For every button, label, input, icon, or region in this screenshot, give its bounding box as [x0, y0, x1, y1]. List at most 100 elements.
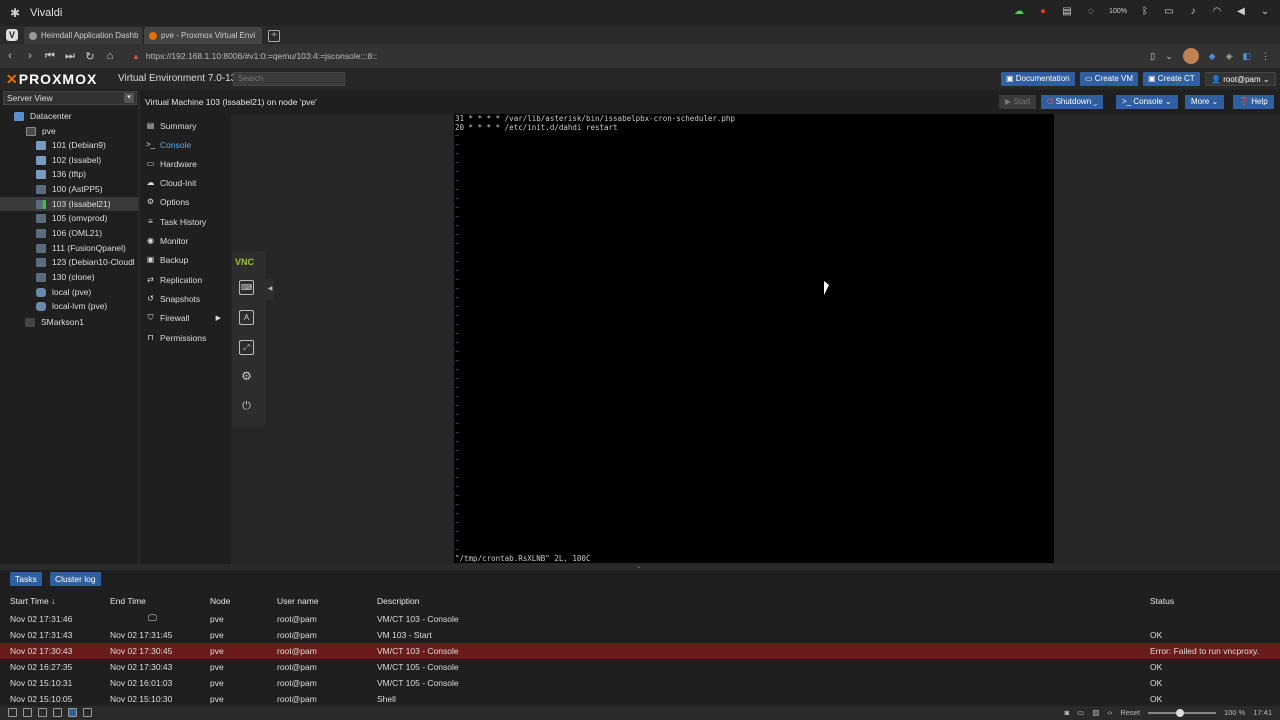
back-icon[interactable]: ‹: [0, 50, 20, 62]
nav-snapshots[interactable]: ↺ Snapshots: [140, 289, 231, 308]
camera-icon[interactable]: ◙: [1065, 708, 1070, 717]
tree-node-pve[interactable]: pve: [26, 124, 56, 138]
zoom-slider[interactable]: [1147, 708, 1216, 717]
nav-monitor[interactable]: ◉ Monitor: [140, 231, 231, 250]
new-tab-button[interactable]: +: [268, 30, 280, 42]
reload-icon[interactable]: ↻: [80, 50, 100, 63]
chevron-down-icon[interactable]: ⌄: [1258, 5, 1272, 19]
extension-icon[interactable]: ◧: [1242, 51, 1251, 62]
help-button[interactable]: ❓ Help: [1233, 95, 1274, 109]
extension-icon[interactable]: ◈: [1226, 51, 1233, 62]
column-header[interactable]: End Time: [110, 596, 146, 606]
tree-node-vm[interactable]: 102 (Issabel): [36, 153, 101, 167]
table-row[interactable]: Nov 02 16:27:35 Nov 02 17:30:43 pve root…: [0, 659, 1280, 675]
extra-keys-icon[interactable]: A: [239, 310, 254, 325]
start-button[interactable]: ▶ Start: [999, 95, 1037, 109]
tree-node-tag[interactable]: SMarkson1: [25, 315, 84, 329]
power-icon[interactable]: ⏻: [239, 400, 254, 415]
create-ct-button[interactable]: ▣ Create CT: [1143, 72, 1200, 86]
vnc-bar-handle[interactable]: ◀: [266, 278, 274, 300]
bluetooth-icon[interactable]: ᛒ: [1138, 5, 1152, 19]
nav-permissions[interactable]: ⊓ Permissions: [140, 328, 231, 347]
tree-node-vm[interactable]: 100 (AstPP5): [36, 182, 103, 196]
vivaldi-logo-icon[interactable]: V: [6, 29, 18, 41]
tree-node-vm[interactable]: 136 (tftp): [36, 167, 86, 181]
tree-node-vm[interactable]: 123 (Debian10-Cloudl: [36, 255, 135, 269]
zoom-slider-knob[interactable]: [1175, 708, 1184, 717]
column-header[interactable]: Status: [1150, 596, 1174, 606]
tab-heimdall[interactable]: Heimdall Application Dashb: [24, 27, 142, 44]
wifi-icon[interactable]: ◠: [1210, 5, 1224, 19]
profile-avatar[interactable]: [1182, 48, 1199, 64]
reset-zoom-button[interactable]: Reset: [1120, 708, 1140, 717]
nav-cloud-init[interactable]: ☁ Cloud-Init: [140, 173, 231, 192]
chevron-down-icon[interactable]: ▾: [124, 93, 134, 103]
collapse-icon[interactable]: ⌄: [636, 562, 642, 570]
nav-hardware[interactable]: ▭ Hardware: [140, 154, 231, 173]
fast-forward-icon[interactable]: ⏭: [60, 50, 80, 63]
tree-node-vm[interactable]: 105 (omvprod): [36, 211, 107, 225]
table-row-error[interactable]: Nov 02 17:30:43 Nov 02 17:30:45 pve root…: [0, 643, 1280, 659]
view-selector[interactable]: Server View ▾: [3, 91, 137, 105]
url-field[interactable]: ▲ https://192.168.1.10:8006/#v1:0:=qemu/…: [132, 48, 1092, 64]
panel-toggle-icon[interactable]: [8, 708, 17, 717]
bulb-icon[interactable]: ◌: [1084, 5, 1098, 19]
code-icon[interactable]: ‹›: [1107, 708, 1112, 717]
tree-node-vm[interactable]: 106 (OML21): [36, 226, 102, 240]
rewind-icon[interactable]: ⏮: [40, 50, 60, 63]
chevron-down-icon[interactable]: ⌄: [1165, 51, 1173, 62]
tab-cluster-log[interactable]: Cluster log: [50, 572, 101, 586]
display-icon[interactable]: ▭: [1162, 5, 1176, 19]
table-row[interactable]: Nov 02 15:10:31 Nov 02 16:01:03 pve root…: [0, 675, 1280, 691]
tab-proxmox[interactable]: pve - Proxmox Virtual Envi: [144, 27, 262, 44]
home-icon[interactable]: ⌂: [100, 50, 120, 62]
record-icon[interactable]: ●: [1036, 5, 1050, 19]
tile-icon[interactable]: ▭: [1077, 708, 1084, 717]
tree-node-datacenter[interactable]: Datacenter: [14, 109, 72, 123]
nav-console[interactable]: >_ Console: [140, 135, 231, 154]
tree-node-vm-selected[interactable]: 103 (Issabel21): [0, 197, 138, 211]
cloud-icon[interactable]: ☁: [1012, 5, 1026, 19]
volume-icon[interactable]: ◀: [1234, 5, 1248, 19]
nav-firewall[interactable]: ⛉ Firewall ▶: [140, 308, 231, 327]
bookmark-icon[interactable]: ▯: [1150, 51, 1155, 62]
insecure-lock-icon[interactable]: ▲: [132, 52, 140, 61]
tree-node-vm[interactable]: 111 (FusionQpanel): [36, 241, 126, 255]
nav-task-history[interactable]: ≡ Task History: [140, 212, 231, 231]
shutdown-button[interactable]: ⏻ Shutdown ⌄: [1041, 95, 1104, 109]
menu-icon[interactable]: ✱: [10, 6, 20, 20]
search-input[interactable]: Search: [233, 72, 345, 86]
user-menu-button[interactable]: 👤 root@pam ⌄: [1205, 72, 1276, 86]
tab-tasks[interactable]: Tasks: [10, 572, 42, 586]
nav-replication[interactable]: ⇄ Replication: [140, 270, 231, 289]
nav-options[interactable]: ⚙ Options: [140, 192, 231, 211]
window-icon[interactable]: [23, 708, 32, 717]
column-header[interactable]: User name: [277, 596, 319, 606]
keyboard-icon[interactable]: ⌨: [239, 280, 254, 295]
clipboard-icon[interactable]: ▤: [1060, 5, 1074, 19]
column-header[interactable]: Description: [377, 596, 420, 606]
mic-icon[interactable]: ♪: [1186, 5, 1200, 19]
tree-node-storage[interactable]: local-lvm (pve): [36, 299, 107, 313]
tab-stack-icon[interactable]: [38, 708, 47, 717]
table-row[interactable]: Nov 02 17:31:43 Nov 02 17:31:45 pve root…: [0, 627, 1280, 643]
more-button[interactable]: More ⌄: [1185, 95, 1225, 109]
column-header[interactable]: Start Time ↓: [10, 596, 55, 606]
nav-summary[interactable]: ▤ Summary: [140, 116, 231, 135]
feed-icon[interactable]: [83, 708, 92, 717]
tree-node-storage[interactable]: local (pve): [36, 285, 91, 299]
extension-icon[interactable]: ◆: [1209, 51, 1216, 62]
create-vm-button[interactable]: ▭ Create VM: [1080, 72, 1139, 86]
table-row[interactable]: Nov 02 17:31:46 🖵 pve root@pam VM/CT 103…: [0, 611, 1280, 627]
terminal-screen[interactable]: 31 * * * * /var/lib/asterisk/bin/issabel…: [454, 114, 1054, 563]
table-row[interactable]: Nov 02 15:10:05 Nov 02 15:10:30 pve root…: [0, 691, 1280, 707]
console-button[interactable]: >_ Console ⌄: [1116, 95, 1178, 109]
menu-dots-icon[interactable]: ⋮: [1261, 51, 1270, 62]
calendar-icon[interactable]: [68, 708, 77, 717]
nav-backup[interactable]: ▣ Backup: [140, 250, 231, 269]
fullscreen-icon[interactable]: ⤢: [239, 340, 254, 355]
gear-icon[interactable]: ⚙: [239, 370, 254, 385]
documentation-button[interactable]: ▣ Documentation: [1001, 72, 1075, 86]
column-header[interactable]: Node: [210, 596, 230, 606]
tree-node-vm[interactable]: 130 (clone): [36, 270, 95, 284]
